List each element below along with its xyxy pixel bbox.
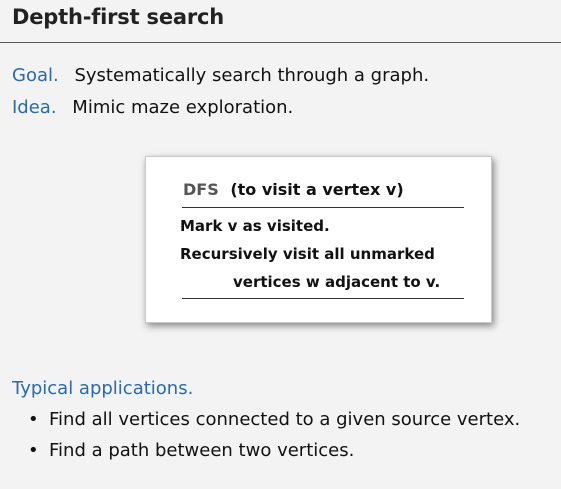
algorithm-header: DFS (to visit a vertex v) (183, 180, 404, 199)
goal-text: Systematically search through a graph. (74, 65, 430, 86)
idea-text: Mimic maze exploration. (72, 97, 294, 118)
list-item-text: Find a path between two vertices. (49, 440, 355, 461)
bullet-dot: • (28, 440, 39, 461)
goal-line: Goal. Systematically search through a gr… (12, 65, 429, 86)
page-title: Depth-first search (12, 5, 225, 29)
goal-label: Goal. (12, 65, 59, 86)
title-bar: Depth-first search (0, 0, 561, 43)
algorithm-step-1: Mark v as visited. (180, 217, 330, 235)
applications-heading: Typical applications. (12, 378, 194, 399)
algorithm-step-2: Recursively visit all unmarked (180, 245, 435, 263)
bullet-dot: • (28, 409, 39, 430)
list-item-text: Find all vertices connected to a given s… (49, 409, 521, 430)
idea-line: Idea. Mimic maze exploration. (12, 97, 293, 118)
algorithm-box: DFS (to visit a vertex v) Mark v as visi… (145, 156, 492, 323)
algorithm-step-3: vertices w adjacent to v. (233, 273, 441, 291)
idea-label: Idea. (12, 97, 57, 118)
algorithm-top-rule (182, 207, 464, 208)
algorithm-name: DFS (183, 180, 219, 199)
algorithm-bottom-rule (182, 298, 464, 299)
algorithm-subtitle: (to visit a vertex v) (230, 180, 404, 199)
